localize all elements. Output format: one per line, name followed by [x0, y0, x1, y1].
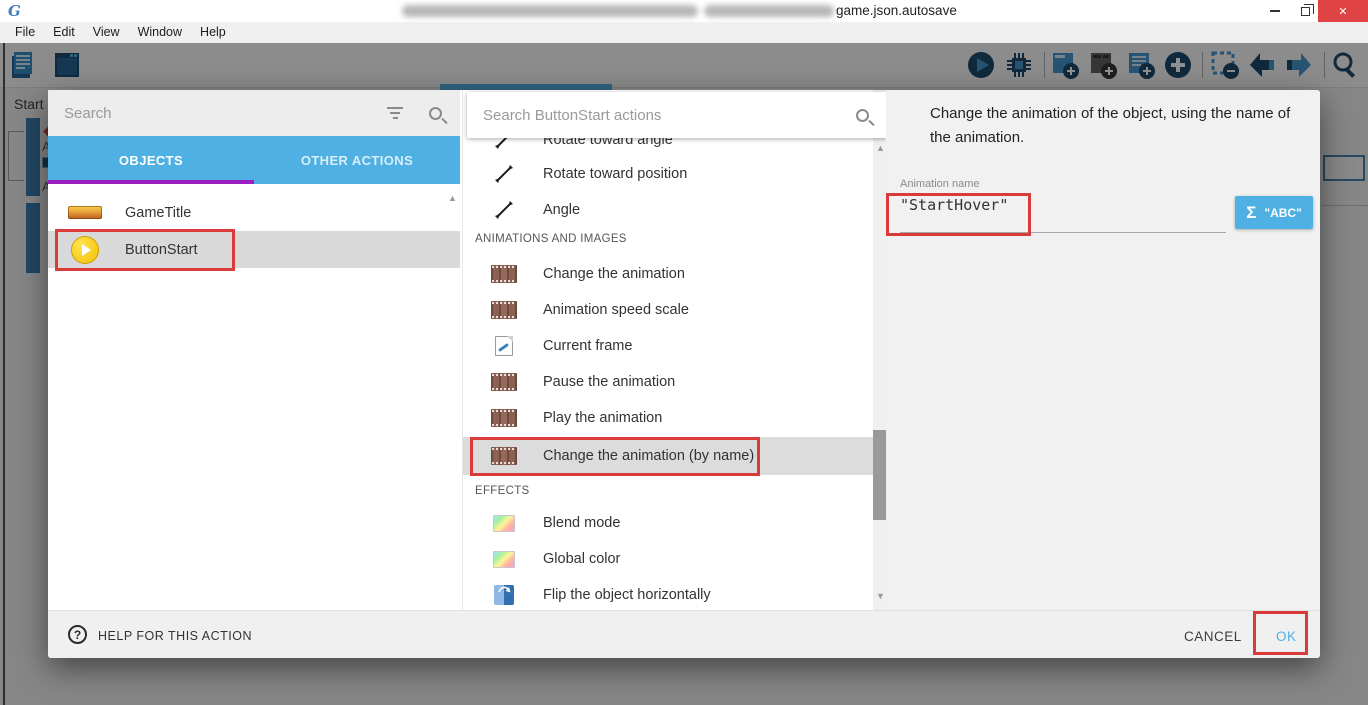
section-header: ANIMATIONS AND IMAGES: [475, 233, 627, 245]
action-label: Rotate toward position: [543, 166, 687, 182]
action-row[interactable]: Change the animation: [463, 256, 873, 292]
window-title: game.json.autosave: [836, 3, 957, 18]
action-label: Change the animation (by name): [543, 448, 754, 464]
menu-help[interactable]: Help: [191, 22, 235, 43]
screen: G game.json.autosave ✕ File Edit View Wi…: [0, 0, 1368, 705]
section-header: EFFECTS: [475, 485, 530, 497]
action-label: Pause the animation: [543, 374, 675, 390]
search-icon: [856, 109, 869, 122]
restore-button[interactable]: [1292, 0, 1318, 22]
action-label: Current frame: [543, 338, 632, 354]
expression-editor-button[interactable]: Σ "ABC": [1235, 196, 1313, 229]
action-row[interactable]: Angle: [463, 192, 873, 228]
film-icon: [491, 409, 517, 427]
close-icon: ✕: [1338, 5, 1347, 18]
action-row[interactable]: Current frame: [463, 328, 873, 364]
rotate-icon: [494, 164, 514, 184]
scroll-up-arrow[interactable]: ▲: [448, 194, 457, 203]
minimize-icon: [1270, 10, 1280, 12]
action-row[interactable]: Flip the object horizontally: [463, 577, 873, 610]
parameters-panel: Change the animation of the object, usin…: [886, 90, 1320, 610]
action-search-bar: [467, 92, 886, 138]
tab-objects[interactable]: OBJECTS: [48, 136, 254, 184]
action-label: Angle: [543, 202, 580, 218]
action-row[interactable]: Pause the animation: [463, 364, 873, 400]
object-row-gametitle[interactable]: GameTitle: [48, 194, 460, 231]
action-search-input[interactable]: [467, 107, 856, 124]
restore-icon: [1301, 7, 1310, 16]
action-editor-dialog: OBJECTS OTHER ACTIONS GameTitle ButtonSt…: [48, 90, 1320, 658]
action-row[interactable]: Play the animation: [463, 400, 873, 436]
action-label: Global color: [543, 551, 620, 567]
menu-window[interactable]: Window: [129, 22, 191, 43]
minimize-button[interactable]: [1262, 0, 1288, 22]
sigma-icon: Σ: [1246, 203, 1256, 223]
action-label: Change the animation: [543, 266, 685, 282]
help-link[interactable]: HELP FOR THIS ACTION: [98, 629, 252, 643]
scroll-down-arrow[interactable]: ▼: [876, 592, 885, 601]
animation-name-label: Animation name: [900, 178, 980, 190]
action-description: Change the animation of the object, usin…: [930, 102, 1314, 150]
ok-button[interactable]: OK: [1266, 625, 1307, 648]
window-titlebar: G game.json.autosave ✕: [0, 0, 1368, 22]
input-underline: [900, 232, 1226, 233]
object-search-input[interactable]: [48, 105, 385, 122]
menu-edit[interactable]: Edit: [44, 22, 84, 43]
color-gradient-icon: [493, 551, 515, 568]
redacted-title-segment: [704, 5, 834, 17]
gdevelop-logo-icon: G: [8, 2, 26, 20]
object-row-buttonstart[interactable]: ButtonStart: [48, 231, 460, 268]
redacted-title-segment: [402, 5, 698, 17]
close-button[interactable]: ✕: [1318, 0, 1368, 22]
gametitle-thumbnail-icon: [68, 206, 102, 219]
actions-panel: Rotate toward angle Rotate toward positi…: [462, 90, 886, 610]
tab-other-actions[interactable]: OTHER ACTIONS: [254, 136, 460, 184]
action-label: Blend mode: [543, 515, 620, 531]
search-icon: [429, 107, 442, 120]
film-icon: [491, 301, 517, 319]
action-row[interactable]: Rotate toward position: [463, 156, 873, 192]
flip-horizontal-icon: [494, 585, 514, 605]
animation-name-input[interactable]: "StartHover": [900, 196, 1008, 214]
dialog-footer: ? HELP FOR THIS ACTION CANCEL OK: [48, 610, 1320, 658]
buttonstart-thumbnail-icon: [71, 236, 99, 264]
film-icon: [491, 447, 517, 465]
action-row[interactable]: Animation speed scale: [463, 292, 873, 328]
film-icon: [491, 373, 517, 391]
object-name: GameTitle: [125, 205, 191, 221]
action-row-selected[interactable]: Change the animation (by name): [463, 437, 873, 475]
active-tab-underline: [48, 180, 254, 184]
filter-icon[interactable]: [385, 107, 405, 119]
objects-panel: OBJECTS OTHER ACTIONS GameTitle ButtonSt…: [48, 90, 460, 610]
action-label: Flip the object horizontally: [543, 587, 711, 603]
object-name: ButtonStart: [125, 242, 198, 258]
help-question-icon[interactable]: ?: [68, 625, 87, 644]
expression-button-label: "ABC": [1264, 206, 1301, 220]
cancel-button[interactable]: CANCEL: [1176, 625, 1250, 648]
action-label: Play the animation: [543, 410, 662, 426]
menu-bar: File Edit View Window Help: [0, 22, 1368, 43]
film-icon: [491, 265, 517, 283]
scroll-up-arrow[interactable]: ▲: [876, 144, 885, 153]
object-search-bar: [48, 90, 460, 136]
action-row[interactable]: Blend mode: [463, 505, 873, 541]
object-panel-tabs: OBJECTS OTHER ACTIONS: [48, 136, 460, 184]
color-gradient-icon: [493, 515, 515, 532]
menu-file[interactable]: File: [6, 22, 44, 43]
scrollbar-thumb[interactable]: [873, 430, 886, 520]
action-label: Animation speed scale: [543, 302, 689, 318]
action-row[interactable]: Global color: [463, 541, 873, 577]
rotate-icon: [494, 200, 514, 220]
actions-scrollbar[interactable]: ▲ ▼: [873, 90, 886, 610]
menu-view[interactable]: View: [84, 22, 129, 43]
frame-icon: [495, 336, 513, 356]
